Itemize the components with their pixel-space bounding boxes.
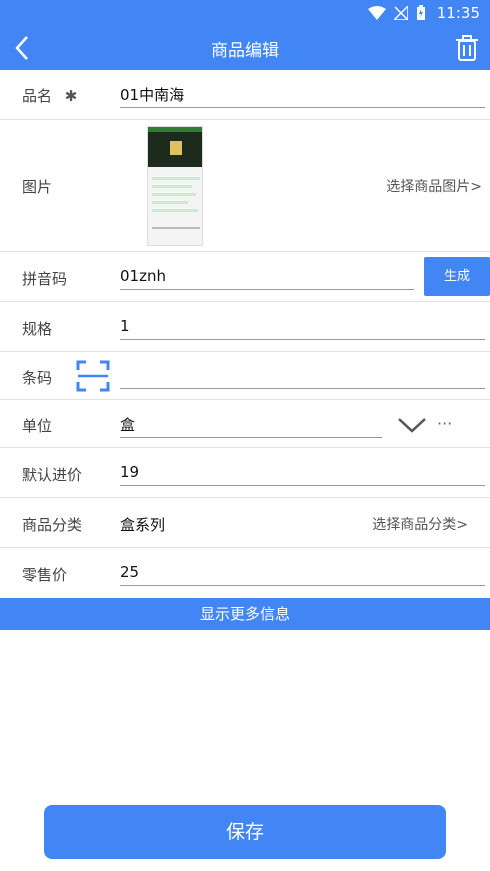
price-row: 零售价 25 <box>0 548 490 598</box>
app-bar: 商品编辑 <box>0 26 490 70</box>
image-row: 图片 选择商品图片> <box>0 120 490 252</box>
unit-row: 单位 盒 ··· <box>0 400 490 448</box>
price-input[interactable]: 25 <box>120 563 139 581</box>
delete-button[interactable] <box>454 34 480 62</box>
page-title: 商品编辑 <box>211 41 279 61</box>
scan-button[interactable] <box>76 360 110 392</box>
name-input[interactable]: 01中南海 <box>120 84 184 105</box>
pinyin-underline <box>120 289 414 290</box>
product-image-preview <box>148 127 202 229</box>
cost-underline <box>120 485 485 486</box>
unit-underline <box>120 437 382 438</box>
barcode-row: 条码 <box>0 352 490 400</box>
barcode-label: 条码 <box>22 369 53 387</box>
pinyin-input[interactable]: 01znh <box>120 267 166 285</box>
barcode-underline <box>120 388 485 389</box>
unit-dropdown-button[interactable] <box>396 416 428 434</box>
pinyin-label: 拼音码 <box>22 270 68 288</box>
scan-icon <box>76 360 110 392</box>
select-image-link[interactable]: 选择商品图片> <box>386 176 482 196</box>
battery-icon <box>417 5 425 20</box>
spec-input[interactable]: 1 <box>120 317 130 335</box>
generate-button[interactable]: 生成 <box>424 257 490 296</box>
pinyin-row: 拼音码 01znh 生成 <box>0 252 490 302</box>
category-value: 盒系列 <box>120 516 166 534</box>
show-more-info-button[interactable]: 显示更多信息 <box>0 598 490 630</box>
select-category-link[interactable]: 选择商品分类> <box>372 514 468 534</box>
unit-label: 单位 <box>22 417 53 435</box>
spec-row: 规格 1 <box>0 302 490 352</box>
save-button[interactable]: 保存 <box>44 805 446 859</box>
price-label: 零售价 <box>22 566 68 584</box>
cost-input[interactable]: 19 <box>120 463 139 481</box>
status-time: 11:35 <box>436 4 480 22</box>
image-label: 图片 <box>22 178 53 196</box>
required-mark: ✱ <box>64 87 78 105</box>
spec-label: 规格 <box>22 320 53 338</box>
wifi-icon <box>368 6 386 20</box>
chevron-down-icon <box>398 418 426 433</box>
category-label: 商品分类 <box>22 516 83 534</box>
status-icons <box>368 5 426 21</box>
product-image[interactable] <box>147 126 203 246</box>
signal-off-icon <box>394 6 408 20</box>
cost-row: 默认进价 19 <box>0 448 490 498</box>
status-bar: 11:35 <box>0 0 490 26</box>
unit-input[interactable]: 盒 <box>120 414 135 435</box>
name-underline <box>120 107 485 108</box>
name-row: 品名 ✱ 01中南海 <box>0 70 490 120</box>
unit-more-button[interactable]: ··· <box>437 414 452 433</box>
category-row: 商品分类 盒系列 选择商品分类> <box>0 498 490 548</box>
trash-icon <box>456 35 478 61</box>
price-underline <box>120 585 485 586</box>
cost-label: 默认进价 <box>22 466 83 484</box>
spec-underline <box>120 339 485 340</box>
name-label: 品名 ✱ <box>22 87 78 105</box>
